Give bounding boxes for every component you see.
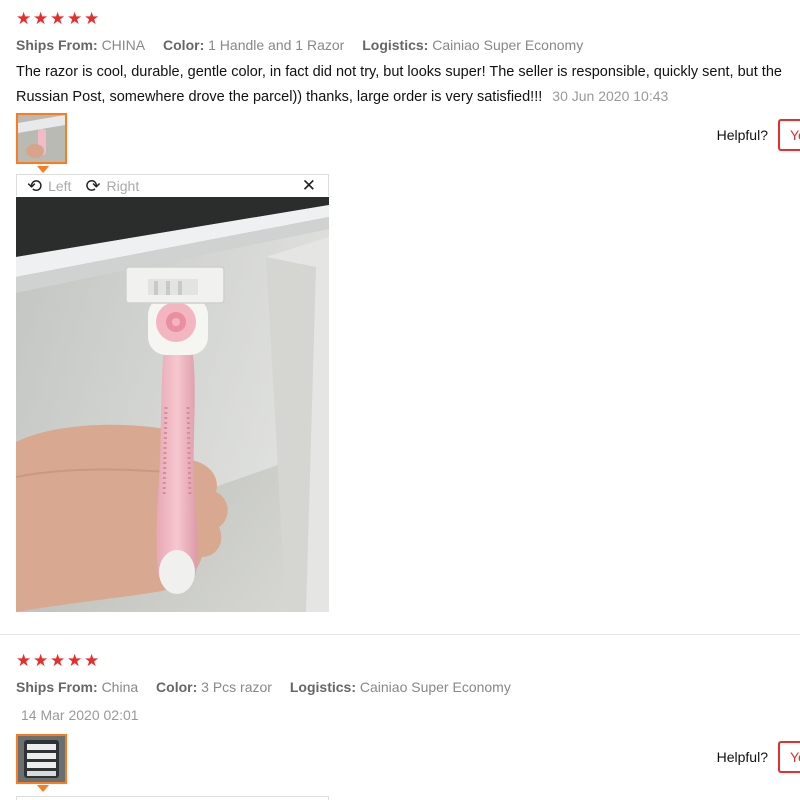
review-photo-large <box>16 197 329 612</box>
helpful-area: Helpful? Yes <box>717 741 800 773</box>
rotate-left-label: Left <box>48 177 72 194</box>
review-divider <box>0 634 800 635</box>
logistics-label: Logistics: <box>362 37 429 53</box>
ships-from-value: CHINA <box>101 37 146 53</box>
helpful-area: Helpful? Yes <box>717 119 800 151</box>
thumbnail-pointer <box>37 785 49 792</box>
review-meta: Ships From: CHINA Color: 1 Handle and 1 … <box>16 36 597 54</box>
star-icon: ★ <box>16 651 32 670</box>
review-photo-thumbnail[interactable] <box>16 113 67 164</box>
star-icon: ★ <box>33 651 49 670</box>
star-icon: ★ <box>84 9 100 28</box>
logistics-value: Cainiao Super Economy <box>432 37 584 53</box>
star-rating: ★ ★ ★ ★ ★ <box>16 10 99 27</box>
thumbnail-pointer <box>37 166 49 173</box>
star-icon: ★ <box>67 651 83 670</box>
star-rating: ★ ★ ★ ★ ★ <box>16 652 99 669</box>
logistics-label: Logistics: <box>289 679 356 695</box>
helpful-yes-button[interactable]: Yes <box>778 741 800 773</box>
color-value: 3 Pcs razor <box>201 679 272 695</box>
ships-from-label: Ships From: <box>16 37 98 53</box>
close-icon[interactable]: ✕ <box>302 176 316 196</box>
review-text: The razor is cool, durable, gentle color… <box>16 60 800 109</box>
photo-viewer-toolbar <box>16 796 329 800</box>
rotate-right-icon: ⟳ <box>85 175 101 196</box>
review-text: 14 Mar 2020 02:01 <box>16 703 800 728</box>
razor-photo <box>16 197 329 612</box>
thumbnail-image <box>18 115 65 162</box>
thumbnail-image <box>18 736 65 782</box>
star-icon: ★ <box>50 9 66 28</box>
rotate-left-button[interactable]: ⟲ Left <box>27 177 71 195</box>
star-icon: ★ <box>16 9 32 28</box>
rotate-right-button[interactable]: ⟳ Right <box>85 177 139 195</box>
star-icon: ★ <box>33 9 49 28</box>
helpful-yes-button[interactable]: Yes <box>778 119 800 151</box>
rotate-right-label: Right <box>106 177 140 194</box>
ships-from-value: China <box>101 679 139 695</box>
color-value: 1 Handle and 1 Razor <box>208 37 345 53</box>
review-date: 14 Mar 2020 02:01 <box>21 707 139 723</box>
review-photo-thumbnail[interactable] <box>16 734 67 784</box>
color-label: Color: <box>156 679 198 695</box>
helpful-label: Helpful? <box>716 749 768 765</box>
star-icon: ★ <box>84 651 100 670</box>
color-label: Color: <box>163 37 205 53</box>
logistics-value: Cainiao Super Economy <box>359 679 511 695</box>
photo-viewer-toolbar: ⟲ Left ⟳ Right ✕ <box>16 174 329 196</box>
star-icon: ★ <box>50 651 66 670</box>
star-icon: ★ <box>67 9 83 28</box>
ships-from-label: Ships From: <box>16 679 98 695</box>
rotate-left-icon: ⟲ <box>27 175 43 196</box>
review-date: 30 Jun 2020 10:43 <box>552 88 669 104</box>
review-meta: Ships From: China Color: 3 Pcs razor Log… <box>16 678 525 696</box>
helpful-label: Helpful? <box>716 127 768 143</box>
